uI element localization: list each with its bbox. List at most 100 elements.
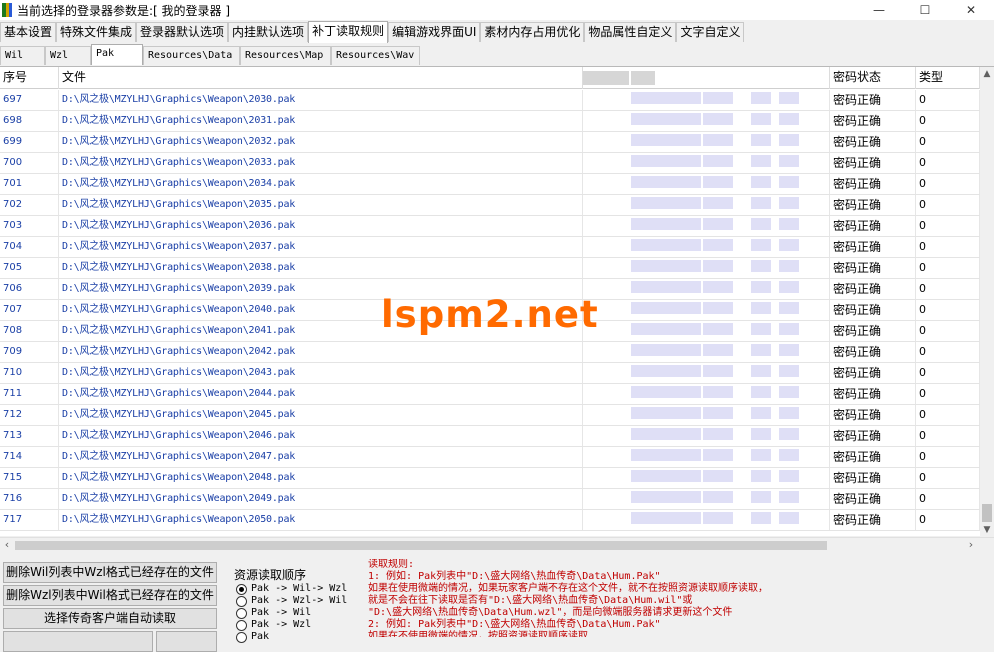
table-row[interactable]: 709 D:\风之极\MZYLHJ\Graphics\Weapon\2042.pa… [0, 342, 980, 363]
minimize-button[interactable]: — [856, 0, 902, 20]
table-row[interactable]: 699 D:\风之极\MZYLHJ\Graphics\Weapon\2032.pa… [0, 132, 980, 153]
main-tab[interactable]: 补丁读取规则 [308, 21, 389, 43]
horizontal-scroll-thumb[interactable] [15, 541, 827, 550]
table-row[interactable]: 704 D:\风之极\MZYLHJ\Graphics\Weapon\2037.pa… [0, 237, 980, 258]
redacted-cell [583, 195, 830, 215]
vertical-scroll-thumb[interactable] [982, 504, 992, 522]
read-order-option[interactable]: Pak -> Wzl [236, 619, 311, 631]
table-row[interactable]: 716 D:\风之极\MZYLHJ\Graphics\Weapon\2049.pa… [0, 489, 980, 510]
redacted-block [631, 197, 701, 209]
row-number: 712 [0, 405, 59, 425]
redacted-block [779, 281, 799, 293]
table-row[interactable]: 712 D:\风之极\MZYLHJ\Graphics\Weapon\2045.pa… [0, 405, 980, 426]
row-number: 711 [0, 384, 59, 404]
sub-tab[interactable]: Resources\Wav [331, 46, 420, 65]
table-row[interactable]: 697 D:\风之极\MZYLHJ\Graphics\Weapon\2030.pa… [0, 90, 980, 111]
table-row[interactable]: 711 D:\风之极\MZYLHJ\Graphics\Weapon\2044.pa… [0, 384, 980, 405]
radio-button[interactable] [236, 631, 247, 643]
horizontal-scrollbar[interactable]: ‹ › [0, 537, 994, 552]
read-order-option[interactable]: Pak -> Wil-> Wzl [236, 583, 347, 595]
redacted-block [703, 155, 733, 167]
table-row[interactable]: 702 D:\风之极\MZYLHJ\Graphics\Weapon\2035.pa… [0, 195, 980, 216]
table-row[interactable]: 715 D:\风之极\MZYLHJ\Graphics\Weapon\2048.pa… [0, 468, 980, 489]
scroll-up-icon[interactable]: ▲ [980, 67, 994, 81]
sub-tab[interactable]: Wil [0, 46, 45, 65]
radio-button[interactable] [236, 607, 247, 619]
file-path: D:\风之极\MZYLHJ\Graphics\Weapon\2036.pak [59, 216, 583, 236]
sub-tab[interactable]: Resources\Map [240, 46, 331, 65]
type-value: 0 [916, 468, 980, 488]
type-value: 0 [916, 363, 980, 383]
redacted-cell [583, 153, 830, 173]
redacted-block [751, 260, 771, 272]
table-row[interactable]: 705 D:\风之极\MZYLHJ\Graphics\Weapon\2038.pa… [0, 258, 980, 279]
sub-tab[interactable]: Wzl [45, 46, 91, 65]
redacted-block [779, 197, 799, 209]
read-order-title: 资源读取顺序 [234, 568, 307, 582]
redacted-cell [583, 489, 830, 509]
table-row[interactable]: 714 D:\风之极\MZYLHJ\Graphics\Weapon\2047.pa… [0, 447, 980, 468]
radio-button[interactable] [236, 619, 247, 631]
sub-tab[interactable]: Resources\Data [143, 46, 240, 65]
column-header-no[interactable]: 序号 [0, 67, 59, 89]
table-row[interactable]: 703 D:\风之极\MZYLHJ\Graphics\Weapon\2036.pa… [0, 216, 980, 237]
table-row[interactable]: 710 D:\风之极\MZYLHJ\Graphics\Weapon\2043.pa… [0, 363, 980, 384]
main-tab[interactable]: 编辑游戏界面UI [388, 22, 481, 42]
file-path: D:\风之极\MZYLHJ\Graphics\Weapon\2047.pak [59, 447, 583, 467]
main-tab-bar: 基本设置 特殊文件集成 登录器默认选项 内挂默认选项 补丁读取规则 编辑游戏界面UI 素材内… [0, 21, 994, 43]
watermark-text: lspm2.net [381, 293, 599, 336]
radio-button[interactable] [236, 595, 247, 607]
read-rules-text: 读取规则: 1: 例如: Pak列表中"D:\盛大网络\热血传奇\Data\Hum… [368, 559, 994, 637]
main-tab[interactable]: 素材内存占用优化 [480, 22, 585, 42]
column-header-status[interactable]: 密码状态 [830, 67, 916, 89]
redacted-block [779, 449, 799, 461]
redacted-block [703, 176, 733, 188]
scroll-down-icon[interactable]: ▼ [980, 523, 994, 536]
redacted-block [751, 218, 771, 230]
redacted-block [751, 155, 771, 167]
table-row[interactable]: 701 D:\风之极\MZYLHJ\Graphics\Weapon\2034.pa… [0, 174, 980, 195]
read-order-option[interactable]: Pak [236, 631, 269, 643]
table-row[interactable]: 698 D:\风之极\MZYLHJ\Graphics\Weapon\2031.pa… [0, 111, 980, 132]
column-header-file[interactable]: 文件 [59, 67, 583, 89]
table-row[interactable]: 717 D:\风之极\MZYLHJ\Graphics\Weapon\2050.pa… [0, 510, 980, 531]
vertical-scrollbar[interactable]: ▲ ▼ [980, 67, 994, 536]
radio-button[interactable] [236, 583, 247, 595]
type-value: 0 [916, 153, 980, 173]
password-status: 密码正确 [830, 90, 916, 110]
table-row[interactable]: 713 D:\风之极\MZYLHJ\Graphics\Weapon\2046.pa… [0, 426, 980, 447]
redacted-cell [583, 258, 830, 278]
file-path: D:\风之极\MZYLHJ\Graphics\Weapon\2048.pak [59, 468, 583, 488]
redacted-cell [583, 384, 830, 404]
main-tab[interactable]: 基本设置 [0, 22, 57, 42]
redacted-block [751, 197, 771, 209]
redacted-block [631, 71, 655, 85]
auto-read-client-button[interactable]: 选择传奇客户端自动读取 [3, 608, 217, 629]
redacted-block [703, 470, 733, 482]
table-row[interactable]: 700 D:\风之极\MZYLHJ\Graphics\Weapon\2033.pa… [0, 153, 980, 174]
main-tab[interactable]: 内挂默认选项 [228, 22, 309, 42]
read-order-option[interactable]: Pak -> Wzl-> Wil [236, 595, 347, 607]
main-tab[interactable]: 登录器默认选项 [136, 22, 229, 42]
read-order-option[interactable]: Pak -> Wil [236, 607, 311, 619]
scroll-right-icon[interactable]: › [964, 538, 978, 553]
sub-tab[interactable]: Pak [91, 44, 143, 65]
delete-wil-duplicates-button[interactable]: 删除Wil列表中Wzl格式已经存在的文件 [3, 562, 217, 583]
file-path: D:\风之极\MZYLHJ\Graphics\Weapon\2045.pak [59, 405, 583, 425]
redacted-cell [583, 468, 830, 488]
extra-button[interactable] [3, 631, 153, 652]
row-number: 701 [0, 174, 59, 194]
extra-button[interactable] [156, 631, 217, 652]
column-header-type[interactable]: 类型 [916, 67, 980, 89]
delete-wzl-duplicates-button[interactable]: 删除Wzl列表中Wil格式已经存在的文件 [3, 585, 217, 606]
scroll-left-icon[interactable]: ‹ [0, 538, 14, 553]
close-button[interactable]: ✕ [948, 0, 994, 20]
type-value: 0 [916, 405, 980, 425]
maximize-button[interactable]: ☐ [902, 0, 948, 20]
main-tab[interactable]: 物品属性自定义 [584, 22, 677, 42]
redacted-block [751, 134, 771, 146]
redacted-cell [583, 132, 830, 152]
redacted-block [779, 176, 799, 188]
main-tab[interactable]: 特殊文件集成 [56, 22, 137, 42]
main-tab[interactable]: 文字自定义 [676, 22, 745, 42]
